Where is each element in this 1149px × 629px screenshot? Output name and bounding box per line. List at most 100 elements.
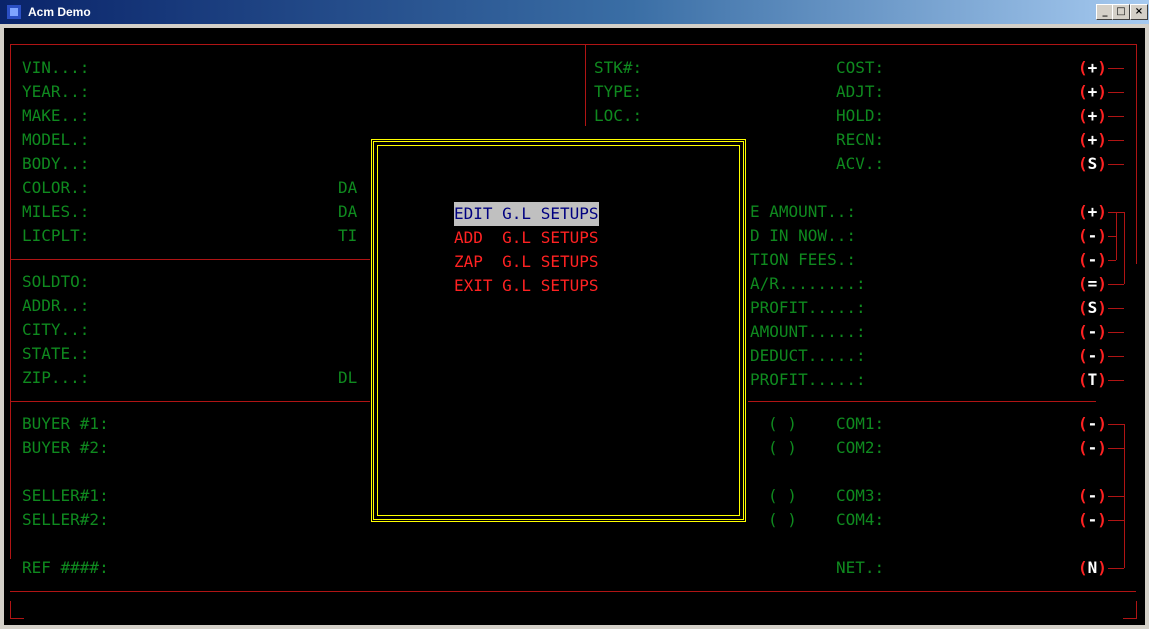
ref-label: REF ####: <box>22 558 109 577</box>
menu-item-exit-gl-setups[interactable]: EXIT G.L SETUPS <box>454 274 599 298</box>
sign-indicator-acv[interactable]: (S) <box>1078 152 1107 176</box>
sign-indicator-com2[interactable]: (-) <box>1078 436 1107 460</box>
commission-check-3[interactable]: ( ) <box>768 484 797 508</box>
com3-label: COM3: <box>836 486 885 505</box>
ti-label: TI <box>338 226 358 245</box>
hold-label: HOLD: <box>836 106 885 125</box>
year-label: YEAR..: <box>22 82 90 101</box>
da-label-1: DA <box>338 178 358 197</box>
frame-bottom-left-corner <box>10 601 11 619</box>
connector-line <box>1108 164 1124 165</box>
frame-divider-2 <box>10 401 370 402</box>
addr-label: ADDR..: <box>22 296 90 315</box>
color-label: COLOR.: <box>22 178 90 197</box>
connector-line <box>1108 520 1124 521</box>
profit-label-1: PROFIT.....: <box>750 298 866 317</box>
close-button[interactable]: × <box>1130 4 1148 20</box>
connector-line <box>1108 92 1124 93</box>
sign-indicator-profit-1[interactable]: (S) <box>1078 296 1107 320</box>
sign-indicator-net[interactable]: (N) <box>1078 556 1107 580</box>
sign-indicator-recn[interactable]: (+) <box>1078 128 1107 152</box>
app-icon <box>6 4 22 20</box>
miles-label: MILES.: <box>22 202 90 221</box>
recn-label: RECN: <box>836 130 885 149</box>
connector-line <box>1108 448 1124 449</box>
buyer2-label: BUYER #2: <box>22 438 109 457</box>
sign-indicator-amount-2[interactable]: (-) <box>1078 320 1107 344</box>
body-label: BODY..: <box>22 154 90 173</box>
ar-label: A/R........: <box>750 274 866 293</box>
d-in-now-label: D IN NOW..: <box>750 226 856 245</box>
sign-indicator-adjt[interactable]: (+) <box>1078 80 1107 104</box>
vin-label: VIN...: <box>22 58 90 77</box>
frame-left-border-lower <box>10 259 11 559</box>
licplt-label: LICPLT: <box>22 226 90 245</box>
e-amount-label: E AMOUNT..: <box>750 202 856 221</box>
connector-line <box>1108 332 1124 333</box>
popup-inner-border <box>377 145 740 516</box>
commission-check-1[interactable]: ( ) <box>768 412 797 436</box>
amount-label: AMOUNT.....: <box>750 322 866 341</box>
connector-line <box>1108 380 1124 381</box>
dl-label: DL <box>338 368 358 387</box>
connector-line <box>1108 424 1124 425</box>
sign-indicator-profit-2[interactable]: (T) <box>1078 368 1107 392</box>
frame-bottom-right-corner <box>1136 601 1137 619</box>
sign-indicator-cost[interactable]: (+) <box>1078 56 1107 80</box>
type-label: TYPE: <box>594 82 643 101</box>
connector-line <box>1108 68 1124 69</box>
connector-line <box>1108 284 1124 285</box>
deduct-label: DEDUCT.....: <box>750 346 866 365</box>
connector-line <box>1108 568 1124 569</box>
frame-top-border <box>10 44 1136 45</box>
da-label-2: DA <box>338 202 358 221</box>
com2-label: COM2: <box>836 438 885 457</box>
sign-indicator-amount[interactable]: (+) <box>1078 200 1107 224</box>
sign-indicator-com1[interactable]: (-) <box>1078 412 1107 436</box>
menu-item-edit-gl-setups[interactable]: EDIT G.L SETUPS <box>454 202 599 226</box>
connector-bracket-inner <box>1116 212 1117 260</box>
loc-label: LOC.: <box>594 106 643 125</box>
sign-indicator-ar[interactable]: (=) <box>1078 272 1107 296</box>
soldto-label: SOLDTO: <box>22 272 90 291</box>
state-label: STATE.: <box>22 344 90 363</box>
cost-label: COST: <box>836 58 885 77</box>
commission-check-4[interactable]: ( ) <box>768 508 797 532</box>
connector-bracket-lower <box>1124 424 1125 568</box>
sign-indicator-com3[interactable]: (-) <box>1078 484 1107 508</box>
menu-item-add-gl-setups[interactable]: ADD G.L SETUPS <box>454 226 599 250</box>
profit-label-2: PROFIT.....: <box>750 370 866 389</box>
seller1-label: SELLER#1: <box>22 486 109 505</box>
stk-label: STK#: <box>594 58 643 77</box>
frame-divider-2-right <box>748 401 1096 402</box>
connector-line <box>1108 140 1124 141</box>
buyer1-label: BUYER #1: <box>22 414 109 433</box>
maximize-button[interactable]: □ <box>1112 4 1130 20</box>
menu-item-zap-gl-setups[interactable]: ZAP G.L SETUPS <box>454 250 599 274</box>
terminal-screen[interactable]: VIN...: YEAR..: MAKE..: MODEL.: BODY..: … <box>4 28 1145 625</box>
commission-check-2[interactable]: ( ) <box>768 436 797 460</box>
connector-line <box>1108 260 1116 261</box>
model-label: MODEL.: <box>22 130 90 149</box>
sign-indicator-hold[interactable]: (+) <box>1078 104 1107 128</box>
sign-indicator-in-now[interactable]: (-) <box>1078 224 1107 248</box>
window-title: Acm Demo <box>28 5 91 19</box>
sign-indicator-fees[interactable]: (-) <box>1078 248 1107 272</box>
city-label: CITY..: <box>22 320 90 339</box>
frame-bottom-left-tick <box>10 618 24 619</box>
acv-label: ACV.: <box>836 154 885 173</box>
adjt-label: ADJT: <box>836 82 885 101</box>
connector-line <box>1108 356 1124 357</box>
connector-line <box>1108 116 1124 117</box>
frame-divider-3 <box>10 591 1136 592</box>
connector-bracket <box>1124 212 1125 284</box>
sign-indicator-com4[interactable]: (-) <box>1078 508 1107 532</box>
connector-line <box>1108 308 1124 309</box>
title-bar[interactable]: Acm Demo _ □ × <box>0 0 1149 24</box>
connector-line <box>1108 236 1116 237</box>
make-label: MAKE..: <box>22 106 90 125</box>
com4-label: COM4: <box>836 510 885 529</box>
gl-setups-popup: EDIT G.L SETUPS ADD G.L SETUPS ZAP G.L S… <box>371 139 746 522</box>
net-label: NET.: <box>836 558 885 577</box>
sign-indicator-deduct[interactable]: (-) <box>1078 344 1107 368</box>
